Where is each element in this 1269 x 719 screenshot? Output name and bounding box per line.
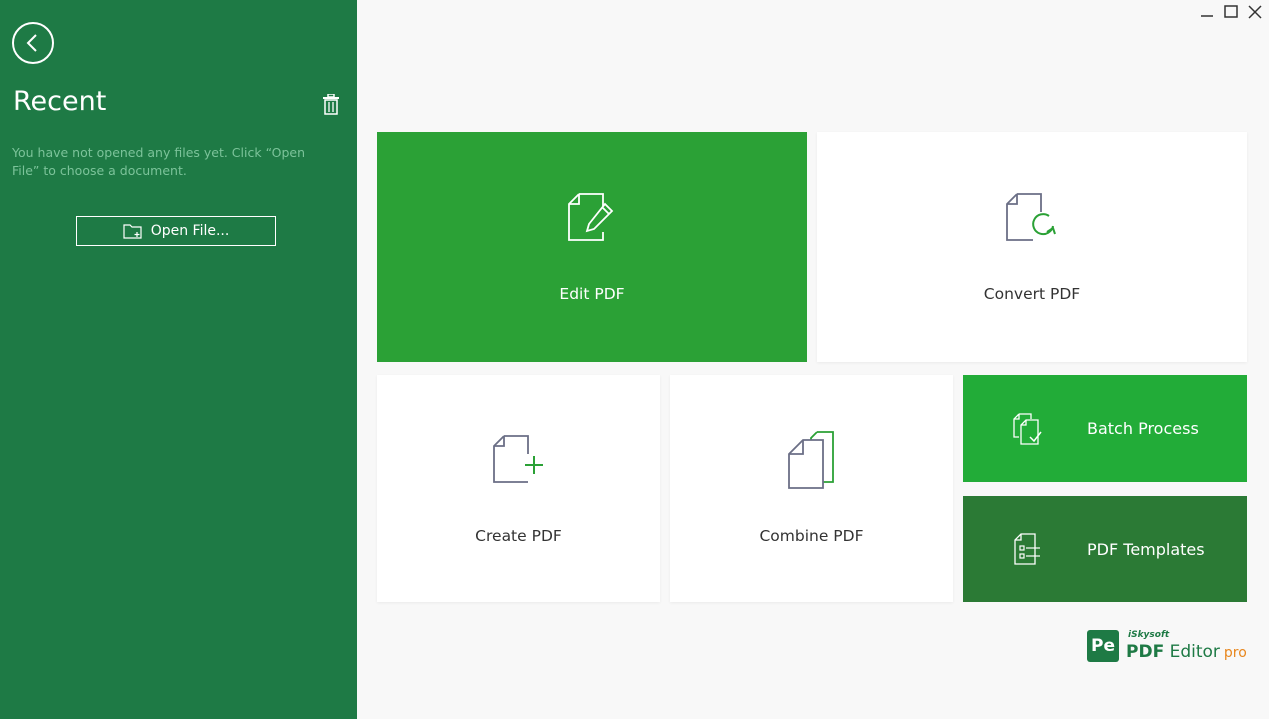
combine-pdf-tile[interactable]: Combine PDF bbox=[670, 375, 953, 602]
empty-recent-message: You have not opened any files yet. Click… bbox=[12, 145, 305, 178]
brand-logo: Pe iSkysoft PDF Editor pro bbox=[1087, 630, 1251, 662]
edit-document-icon bbox=[568, 193, 614, 241]
convert-pdf-tile[interactable]: Convert PDF bbox=[817, 132, 1247, 362]
pdf-templates-tile[interactable]: PDF Templates bbox=[963, 496, 1247, 602]
brand-product: PDF Editor pro bbox=[1126, 642, 1247, 662]
chevron-left-icon bbox=[26, 34, 37, 52]
maximize-icon[interactable] bbox=[1223, 4, 1239, 20]
create-pdf-label: Create PDF bbox=[475, 527, 562, 545]
batch-process-icon bbox=[1013, 412, 1042, 445]
trash-icon[interactable] bbox=[321, 93, 341, 116]
back-button[interactable] bbox=[12, 22, 54, 64]
edit-pdf-label: Edit PDF bbox=[559, 285, 625, 303]
open-file-button[interactable]: Open File... bbox=[76, 216, 276, 246]
combine-pdf-label: Combine PDF bbox=[759, 527, 864, 545]
batch-process-label: Batch Process bbox=[1087, 419, 1199, 438]
create-document-icon bbox=[492, 435, 543, 483]
convert-document-icon bbox=[1006, 193, 1056, 241]
brand-edition: pro bbox=[1223, 645, 1247, 661]
batch-process-tile[interactable]: Batch Process bbox=[963, 375, 1247, 482]
pdf-templates-label: PDF Templates bbox=[1087, 539, 1205, 559]
window-controls bbox=[1199, 4, 1263, 20]
open-file-label: Open File... bbox=[150, 223, 230, 239]
brand-badge: Pe bbox=[1087, 630, 1119, 662]
close-icon[interactable] bbox=[1247, 4, 1263, 20]
sidebar: Recent You have not opened any files yet… bbox=[0, 0, 357, 719]
combine-documents-icon bbox=[787, 431, 834, 489]
minimize-icon[interactable] bbox=[1199, 4, 1215, 20]
brand-company: iSkysoft bbox=[1128, 630, 1170, 640]
folder-add-icon bbox=[123, 224, 142, 239]
convert-pdf-label: Convert PDF bbox=[983, 285, 1081, 303]
templates-icon bbox=[1014, 533, 1040, 565]
recent-title: Recent bbox=[13, 86, 107, 117]
create-pdf-tile[interactable]: Create PDF bbox=[377, 375, 660, 602]
edit-pdf-tile[interactable]: Edit PDF bbox=[377, 132, 807, 362]
